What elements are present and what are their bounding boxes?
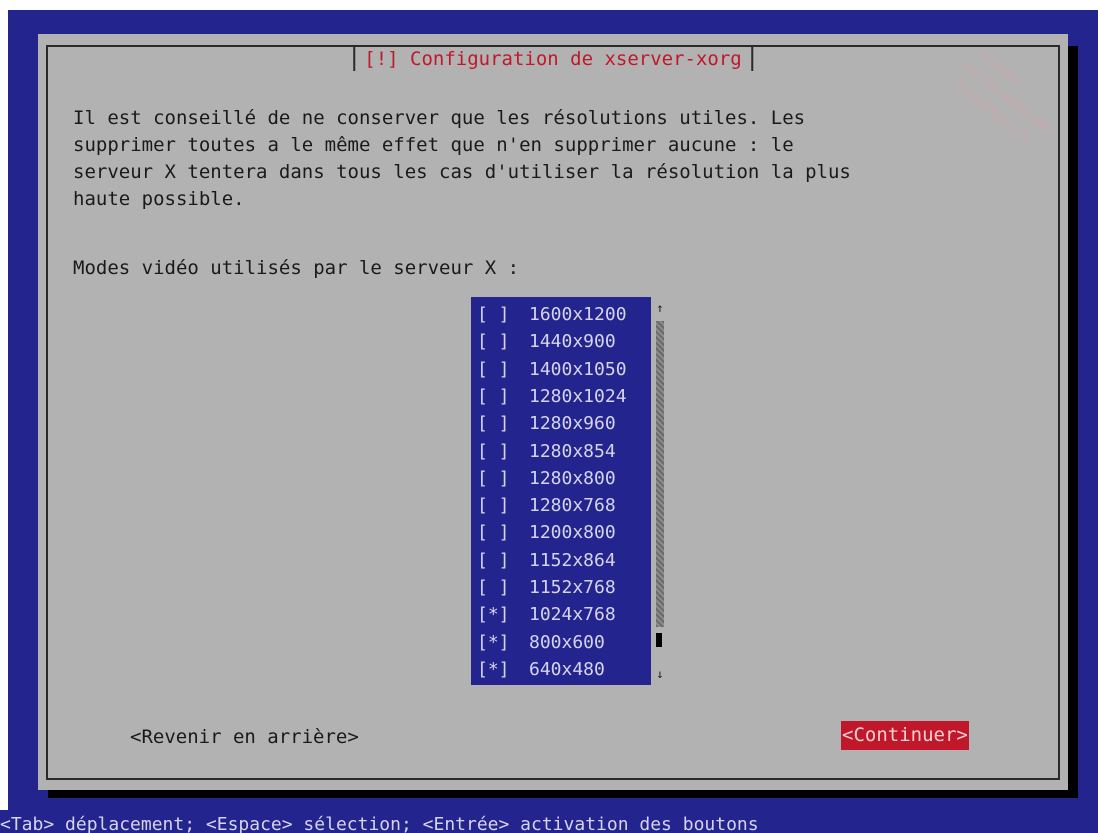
scroll-thumb[interactable] [656, 633, 662, 647]
video-mode-item[interactable]: [ ] 1280x800 [471, 465, 651, 492]
checkbox-unchecked[interactable]: [ ] [477, 574, 510, 601]
dialog-title: [!] Configuration de xserver-xorg [350, 47, 756, 71]
modes-label: Modes vidéo utilisés par le serveur X : [73, 257, 520, 279]
video-mode-item[interactable]: [ ] 1400x1050 [471, 356, 651, 383]
video-mode-item[interactable]: [ ] 1280x960 [471, 410, 651, 437]
resolution-label: 1280x768 [529, 495, 616, 517]
video-mode-item[interactable]: [*] 640x480 [471, 656, 651, 683]
resolution-label: 1152x768 [529, 577, 616, 598]
resolution-label: 640x480 [529, 658, 605, 680]
resolution-label: 1152x864 [529, 549, 616, 571]
checkbox-unchecked[interactable]: [ ] [477, 519, 510, 546]
checkbox-unchecked[interactable]: [ ] [477, 410, 510, 437]
resolution-label: 1440x900 [529, 331, 616, 353]
installer-screen: [!] Configuration de xserver-xorg Il est… [8, 10, 1098, 833]
resolution-label: 1600x1200 [529, 304, 627, 325]
checkbox-unchecked[interactable]: [ ] [477, 356, 510, 383]
resolution-label: 1024x768 [529, 604, 616, 626]
scroll-down-arrow-icon[interactable]: ↓ [654, 665, 666, 683]
dialog-description: Il est conseillé de ne conserver que les… [73, 107, 851, 210]
continue-button[interactable]: <Continuer> [841, 721, 969, 750]
resolution-label: 1200x800 [529, 522, 616, 544]
scroll-up-arrow-icon[interactable]: ↑ [654, 299, 666, 317]
list-scrollbar[interactable]: ↑ ↓ [654, 297, 666, 685]
resolution-label: 1280x854 [529, 440, 616, 462]
video-mode-item[interactable]: [ ] 1280x1024 [471, 383, 651, 410]
video-mode-item[interactable]: [ ] 1152x768 [471, 574, 651, 601]
resolution-label: 800x600 [529, 631, 605, 653]
checkbox-checked[interactable]: [*] [477, 601, 510, 628]
video-mode-item[interactable]: [ ] 1440x900 [471, 328, 651, 355]
resolution-label: 1400x1050 [529, 358, 627, 380]
checkbox-unchecked[interactable]: [ ] [477, 328, 510, 355]
checkbox-checked[interactable]: [*] [477, 656, 510, 683]
back-button[interactable]: <Revenir en arrière> [130, 724, 359, 751]
resolution-label: 1280x1024 [529, 385, 627, 407]
keyboard-help-bar: <Tab> déplacement; <Espace> sélection; <… [0, 810, 1098, 833]
checkbox-unchecked[interactable]: [ ] [477, 438, 510, 465]
video-mode-item[interactable]: [ ] 1280x854 [471, 438, 651, 465]
dialog-frame: [!] Configuration de xserver-xorg Il est… [46, 45, 1060, 780]
video-mode-item[interactable]: [ ] 1280x768 [471, 492, 651, 519]
resolution-label: 1280x800 [529, 467, 616, 489]
resolution-label: 1280x960 [529, 413, 616, 435]
video-mode-item[interactable]: [ ] 1200x800 [471, 519, 651, 546]
configuration-dialog: [!] Configuration de xserver-xorg Il est… [38, 34, 1068, 790]
scroll-track[interactable] [656, 321, 664, 627]
video-mode-item[interactable]: [*] 1024x768 [471, 601, 651, 628]
checkbox-unchecked[interactable]: [ ] [477, 547, 510, 574]
video-modes-list[interactable]: [ ] 1600x1200 [ ] 1440x900 [ ] 1400x1050 [ ] 12… [471, 297, 651, 685]
checkbox-unchecked[interactable]: [ ] [477, 465, 510, 492]
video-mode-item[interactable]: [ ] 1152x864 [471, 547, 651, 574]
video-mode-item[interactable]: [*] 800x600 [471, 629, 651, 656]
checkbox-checked[interactable]: [*] [477, 629, 510, 656]
checkbox-unchecked[interactable]: [ ] [477, 492, 510, 519]
video-mode-item[interactable]: [ ] 1600x1200 [471, 301, 651, 328]
checkbox-unchecked[interactable]: [ ] [477, 383, 510, 410]
checkbox-unchecked[interactable]: [ ] [477, 301, 510, 328]
